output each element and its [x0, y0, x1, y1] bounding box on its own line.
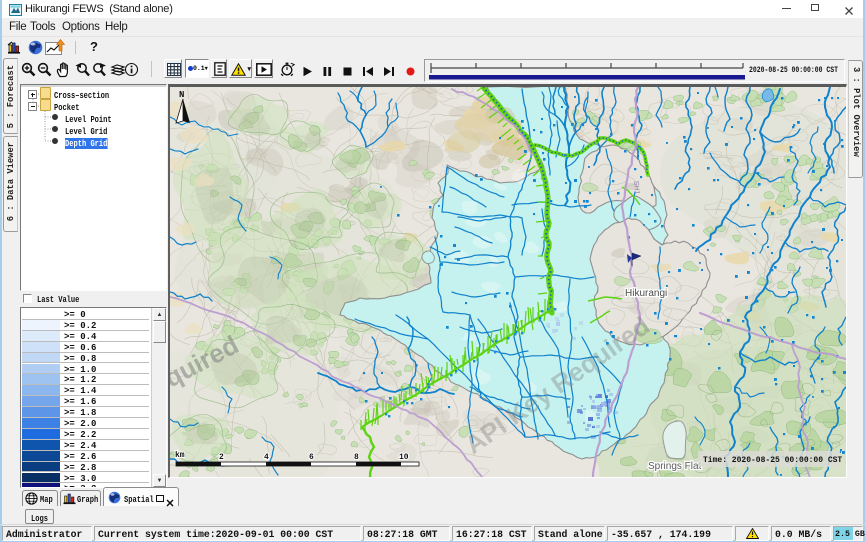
- svg-text:Time: 2020-08-25 00:00:00 CST: Time: 2020-08-25 00:00:00 CST: [703, 456, 842, 465]
- svg-text:8: 8: [354, 453, 359, 462]
- svg-text:SH1: SH1: [632, 181, 640, 195]
- svg-text:2: 2: [219, 453, 224, 462]
- svg-text:N: N: [179, 90, 184, 100]
- svg-text:6: 6: [309, 453, 314, 462]
- svg-text:km: km: [175, 451, 185, 460]
- svg-text:Springs Flat: Springs Flat: [648, 461, 702, 472]
- svg-text:4: 4: [264, 453, 269, 462]
- svg-text:Hikurangi: Hikurangi: [625, 288, 667, 299]
- svg-text:10: 10: [399, 453, 409, 462]
- svg-text:2020-08-25 00:00:00 CST: 2020-08-25 00:00:00 CST: [749, 67, 838, 75]
